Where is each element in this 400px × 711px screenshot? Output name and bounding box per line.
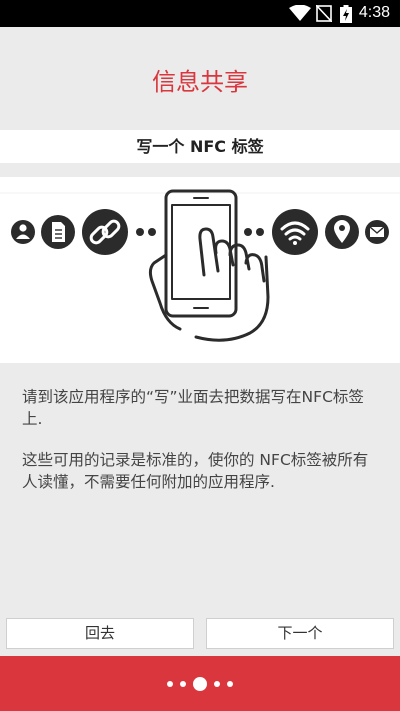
battery-charging-icon [340,5,352,23]
nfc-illustration-graphic [0,189,400,342]
description-paragraph-2: 这些可用的记录是标准的，使你的 NFC标签被所有人读懂，不需要任何附加的应用程序… [22,451,369,491]
page-title: 信息共享 [152,68,248,96]
link-icon [82,209,128,255]
right-dot-2 [256,228,264,236]
page-indicator [0,656,400,711]
user-icon [11,220,35,244]
left-dot-2 [148,228,156,236]
page-dot [180,680,186,687]
description-paragraph-1: 请到该应用程序的“写”业面去把数据写在NFC标签上. [22,388,364,428]
left-dot-1 [136,228,144,236]
section-header: 写一个 NFC 标签 [0,130,400,163]
back-button[interactable]: 回去 [6,618,194,649]
page-dot [214,680,220,687]
phone-with-hand-icon [148,189,270,342]
mail-icon [365,220,389,244]
nfc-illustration [0,177,400,363]
page-dot [193,676,207,691]
wifi-icon [289,5,311,21]
document-icon [41,215,75,249]
wifi-icon [272,209,318,255]
page-dot [227,680,233,687]
right-dot-1 [244,228,252,236]
next-button[interactable]: 下一个 [206,618,394,649]
page-dot [167,680,173,687]
pager-footer [0,656,400,711]
no-sim-icon [316,5,332,22]
section-title: 写一个 NFC 标签 [136,137,264,156]
status-time: 4:38 [358,4,390,21]
status-bar: 4:38 [0,0,400,27]
location-pin-icon [325,215,359,249]
description: 请到该应用程序的“写”业面去把数据写在NFC标签上. 这些可用的记录是标准的，使… [22,386,382,512]
